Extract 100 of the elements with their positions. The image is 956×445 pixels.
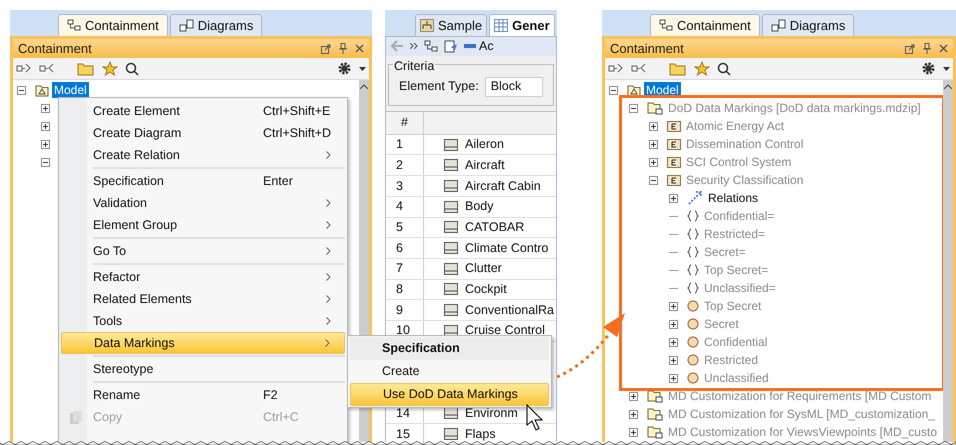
expand-icon[interactable] — [669, 302, 678, 310]
settings-icon[interactable] — [337, 61, 352, 76]
chevron-right-icon — [326, 317, 331, 325]
menu-item[interactable]: Create Relation — [61, 144, 345, 166]
tab[interactable]: Containment — [650, 14, 760, 36]
close-icon[interactable] — [939, 44, 948, 53]
expand-icon[interactable] — [669, 356, 678, 364]
scroll-up-icon[interactable] — [944, 84, 952, 89]
menu-item[interactable]: Specification Enter — [61, 170, 345, 192]
block-icon — [444, 262, 458, 275]
chevron-right-icon — [326, 295, 331, 303]
block-icon — [444, 283, 458, 296]
table-cell-text: Environm — [465, 405, 518, 422]
package-icon — [647, 407, 663, 421]
collapse-icon[interactable] — [41, 158, 50, 166]
expand-icon[interactable] — [669, 320, 678, 328]
export-icon[interactable] — [444, 40, 458, 53]
table-cell-text: Aircraft Cabin — [465, 178, 541, 195]
block-icon — [444, 242, 458, 254]
expand-icon[interactable] — [649, 122, 658, 130]
chevron-right-icon — [326, 273, 331, 281]
tree-structure-icon[interactable] — [424, 40, 438, 53]
package-icon — [647, 389, 663, 403]
menu-header: Specification — [350, 337, 549, 360]
tree-item[interactable]: Relations — [706, 190, 760, 206]
pin-icon[interactable] — [923, 43, 931, 54]
expand-icon[interactable] — [629, 428, 638, 436]
menu-item[interactable]: Tools — [61, 310, 345, 332]
menu-item[interactable]: Rename F2 — [61, 384, 345, 406]
tree-item[interactable]: Model — [52, 82, 89, 98]
menu-item[interactable]: Validation — [61, 192, 345, 214]
pin-icon[interactable] — [339, 43, 347, 54]
enumeration-icon — [667, 120, 681, 132]
expand-icon[interactable] — [629, 392, 638, 400]
expand-icon[interactable] — [649, 140, 658, 148]
undock-icon[interactable] — [905, 44, 915, 54]
expand-icon[interactable] — [41, 122, 50, 130]
menu-item[interactable]: Use DoD Data Markings — [350, 383, 549, 406]
star-icon[interactable] — [102, 61, 118, 76]
circle-icon — [687, 336, 699, 348]
search-icon[interactable] — [717, 62, 731, 76]
circle-icon — [687, 372, 699, 384]
table-cell-text: ConventionalRa — [465, 302, 554, 319]
undock-icon[interactable] — [321, 44, 331, 54]
menu-item[interactable]: Create Diagram Ctrl+Shift+D — [61, 122, 345, 144]
collapse-icon[interactable] — [17, 86, 26, 94]
close-icon[interactable] — [355, 44, 364, 53]
collapse-icon[interactable] — [629, 104, 638, 112]
expand-icon[interactable] — [41, 140, 50, 148]
dropdown-caret-icon[interactable] — [359, 66, 366, 70]
expand-icon[interactable] — [669, 374, 678, 382]
tab[interactable]: Diagrams — [762, 14, 854, 36]
overflow-chevron-icon[interactable] — [410, 43, 418, 50]
search-icon[interactable] — [125, 62, 139, 76]
block-icon — [444, 180, 458, 192]
element-type-field[interactable]: Block — [484, 76, 543, 97]
add-button[interactable]: Ac — [464, 37, 494, 56]
row-number: 7 — [386, 258, 424, 279]
expand-icon[interactable] — [629, 410, 638, 418]
collapse-icon[interactable] — [649, 176, 658, 184]
enumeration-icon — [667, 138, 681, 150]
tab[interactable]: Sample — [415, 14, 488, 36]
expand-icon[interactable] — [41, 104, 50, 112]
block-icon — [444, 159, 458, 172]
menu-item[interactable]: Refactor — [61, 266, 345, 288]
settings-icon[interactable] — [921, 61, 936, 76]
block-icon — [444, 200, 458, 213]
braces-icon — [687, 282, 699, 294]
star-icon[interactable] — [694, 61, 710, 76]
table-icon — [494, 19, 508, 32]
dropdown-caret-icon[interactable] — [943, 66, 950, 70]
menu-item[interactable]: Stereotype — [61, 358, 345, 380]
enumeration-icon — [667, 156, 681, 168]
tab[interactable]: Gener — [489, 14, 555, 36]
scrollbar[interactable] — [943, 80, 953, 442]
chevron-right-icon — [326, 221, 331, 229]
block-icon — [444, 428, 458, 440]
folder-icon[interactable] — [669, 61, 687, 76]
menu-item[interactable]: Element Group — [61, 214, 345, 236]
expand-icon[interactable] — [669, 194, 678, 202]
menu-item[interactable]: Create Element Ctrl+Shift+E — [61, 100, 345, 122]
menu-item[interactable]: Related Elements — [61, 288, 345, 310]
row-number: 4 — [386, 196, 424, 216]
hierarchy-icon — [420, 19, 434, 32]
table-cell-text: Flaps — [465, 426, 496, 443]
folder-icon[interactable] — [77, 61, 95, 76]
model-package-icon — [35, 84, 49, 96]
circle-icon — [687, 354, 699, 366]
menu-item[interactable]: Go To — [61, 240, 345, 262]
expand-icon[interactable] — [669, 338, 678, 346]
menu-item[interactable]: Create — [350, 360, 549, 383]
row-number: 9 — [386, 300, 424, 320]
menu-item[interactable]: Data Markings — [61, 332, 345, 354]
block-icon — [444, 407, 458, 420]
scroll-up-icon[interactable] — [360, 84, 368, 89]
relation-arrow-icon — [687, 191, 703, 205]
tab[interactable]: Containment — [58, 14, 168, 36]
tab[interactable]: Diagrams — [170, 14, 262, 36]
expand-icon[interactable] — [649, 158, 658, 166]
collapse-icon[interactable] — [609, 86, 618, 94]
